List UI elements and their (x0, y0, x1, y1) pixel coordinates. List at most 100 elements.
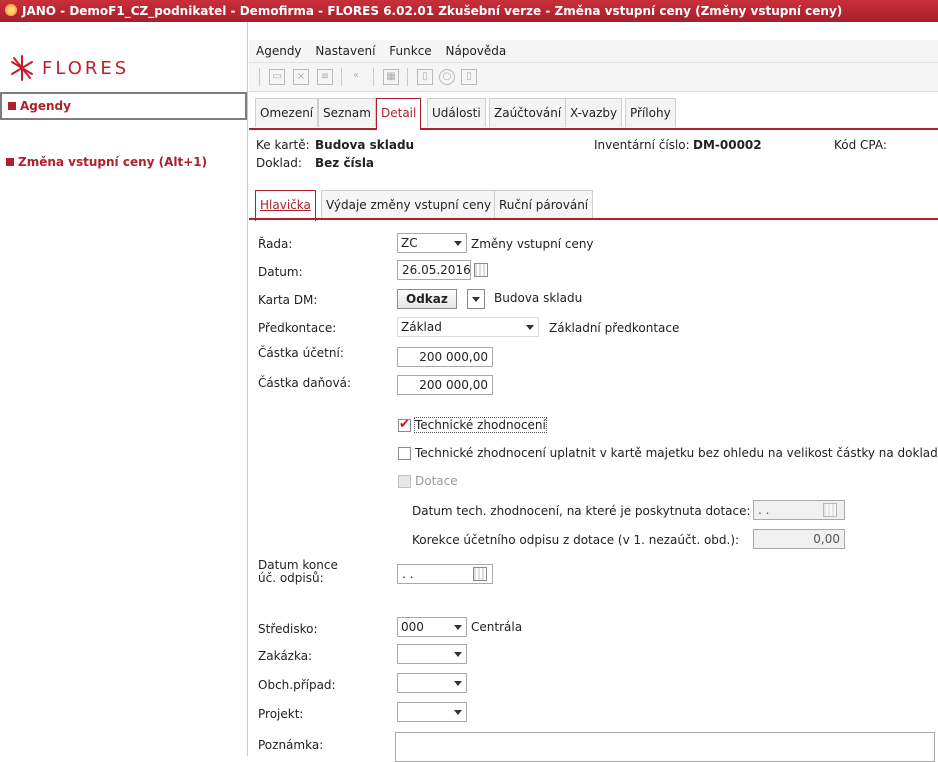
ke-karte-value: Budova skladu (315, 138, 415, 152)
datum-konce-label-line2: úč. odpisů: (258, 571, 324, 585)
poznamka-label: Poznámka: (258, 738, 324, 752)
technicke-zhodnoceni-checkbox[interactable] (398, 417, 411, 432)
tab-hlavicka-label: Hlavička (260, 198, 311, 212)
tab-x-vazby[interactable]: X-vazby (565, 98, 623, 127)
datum-field[interactable]: 26.05.2016 (397, 260, 471, 280)
toolbar-separator (407, 68, 408, 86)
datum-tech-zhodnoceni-label: Datum tech. zhodnocení, na které je posk… (412, 504, 751, 518)
tech-uplatnit-checkbox[interactable] (398, 447, 411, 460)
toolbar-separator (259, 68, 260, 86)
stredisko-label: Středisko: (258, 622, 318, 636)
predkontace-value: Základ (401, 320, 442, 334)
ke-karte-label: Ke kartě: (256, 138, 310, 152)
tab-detail[interactable]: Detail (376, 98, 422, 130)
poznamka-field[interactable] (395, 732, 935, 762)
castka-ucetni-label: Částka účetní: (258, 346, 344, 360)
predkontace-description: Základní předkontace (549, 321, 680, 335)
flores-logo-icon: FLORES (11, 55, 129, 81)
calendar-icon[interactable] (473, 567, 487, 581)
app-icon (4, 3, 18, 17)
tab-omezeni[interactable]: Omezení (255, 98, 319, 127)
karta-dm-description: Budova skladu (494, 291, 583, 305)
tab-vydaje-zmeny-vstupni-ceny[interactable]: Výdaje změny vstupní ceny (321, 190, 497, 219)
table-icon[interactable]: ▦ (383, 69, 399, 85)
predkontace-select[interactable]: Základ (397, 317, 539, 337)
left-navigation-pane (0, 22, 248, 756)
stredisko-value: 000 (401, 620, 424, 634)
agendy-bullet-icon (8, 102, 16, 110)
inventarni-cislo-label: Inventární číslo: (594, 138, 690, 152)
doklad-label: Doklad: (256, 156, 302, 170)
logo-text: FLORES (42, 58, 129, 79)
predkontace-label: Předkontace: (258, 321, 337, 335)
agendy-header[interactable]: Agendy (0, 92, 247, 120)
rada-label: Řada: (258, 237, 293, 251)
tech-uplatnit-label: Technické zhodnocení uplatnit v kartě ma… (415, 446, 938, 460)
hlavicka-form: Řada: ZC Změny vstupní ceny Datum: 26.05… (249, 222, 938, 762)
inventarni-cislo-value: DM-00002 (693, 138, 762, 152)
tab-zauctovani[interactable]: Zaúčtování (489, 98, 567, 127)
detail-tab-bar: Omezení Seznam Detail Události Zaúčtován… (249, 96, 938, 130)
menu-bar: Agendy Nastavení Funkce Nápověda (249, 40, 938, 63)
chevron-down-icon (454, 625, 462, 630)
chevron-down-icon (454, 710, 462, 715)
menu-funkce[interactable]: Funkce (389, 44, 431, 58)
odkaz-button[interactable]: Odkaz (397, 289, 457, 309)
calendar-icon (823, 503, 837, 517)
sidebar-item-label: Změna vstupní ceny (Alt+1) (18, 155, 208, 169)
dotace-checkbox[interactable] (398, 475, 411, 488)
technicke-zhodnoceni-label: Technické zhodnocení (414, 417, 547, 433)
tab-rucni-parovani[interactable]: Ruční párování (494, 190, 594, 219)
toolbar-separator (341, 68, 342, 86)
chevron-down-icon (454, 652, 462, 657)
sub-tab-bar: Hlavička Výdaje změny vstupní ceny Ruční… (249, 178, 938, 221)
search-icon[interactable]: ○ (439, 69, 455, 85)
zakazka-select[interactable] (397, 644, 467, 664)
kod-cpa-label: Kód CPA: (834, 138, 887, 152)
dotace-label: Dotace (415, 474, 458, 488)
zakazka-label: Zakázka: (258, 649, 313, 663)
tab-hlavicka[interactable]: Hlavička (255, 190, 316, 221)
projekt-select[interactable] (397, 702, 467, 722)
grid-icon[interactable]: ≡ (317, 69, 333, 85)
tab-seznam[interactable]: Seznam (318, 98, 376, 127)
menu-nastaveni[interactable]: Nastavení (315, 44, 375, 58)
rada-select[interactable]: ZC (397, 233, 467, 253)
sidebar-item-zmena-vstupni-ceny[interactable]: Změna vstupní ceny (Alt+1) (0, 150, 247, 174)
toolbar: ▭ × ≡ « ▦ ▯ ○ ▯ (249, 63, 938, 92)
datum-label: Datum: (258, 265, 303, 279)
korekce-odpisu-label: Korekce účetního odpisu z dotace (v 1. n… (412, 533, 740, 547)
castka-danova-field[interactable]: 200 000,00 (397, 375, 493, 395)
karta-dm-label: Karta DM: (258, 293, 318, 307)
stredisko-select[interactable]: 000 (397, 617, 467, 637)
toolbar-separator (373, 68, 374, 86)
sub-tab-underline (249, 218, 938, 220)
chevron-down-icon (454, 681, 462, 686)
open-folder-icon[interactable]: ▭ (269, 69, 285, 85)
chevron-down-icon (454, 241, 462, 246)
datum-konce-label-line1: Datum konce (258, 558, 338, 572)
obch-pripad-select[interactable] (397, 673, 467, 693)
karta-dropdown-button[interactable] (467, 289, 485, 309)
tab-udalosti[interactable]: Události (427, 98, 486, 127)
menu-napoveda[interactable]: Nápověda (446, 44, 507, 58)
doklad-value: Bez čísla (315, 156, 375, 170)
projekt-label: Projekt: (258, 707, 304, 721)
castka-danova-label: Částka daňová: (258, 376, 352, 390)
calendar-icon[interactable] (474, 263, 488, 277)
rada-value: ZC (401, 236, 418, 250)
agendy-label: Agendy (20, 99, 71, 113)
castka-ucetni-field[interactable]: 200 000,00 (397, 347, 493, 367)
document-header: Ke kartě: Budova skladu Doklad: Bez čísl… (249, 130, 938, 174)
close-icon[interactable]: × (293, 69, 309, 85)
info-icon[interactable]: ▯ (417, 69, 433, 85)
sidebar-item-bullet-icon (6, 158, 14, 166)
rada-description: Změny vstupní ceny (471, 237, 594, 251)
stredisko-description: Centrála (471, 620, 523, 634)
help-icon[interactable]: ▯ (461, 69, 477, 85)
menu-agendy[interactable]: Agendy (256, 44, 302, 58)
flores-logo: FLORES (0, 18, 247, 98)
back-icon[interactable]: « (349, 69, 363, 83)
tab-prilohy[interactable]: Přílohy (625, 98, 676, 127)
window-title: JANO - DemoF1_CZ_podnikatel - Demofirma … (22, 4, 843, 18)
